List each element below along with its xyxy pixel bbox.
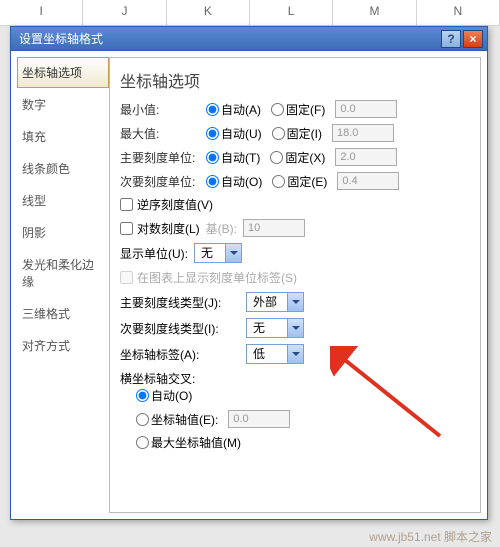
minor-value-input[interactable] bbox=[337, 172, 399, 190]
log-checkbox[interactable]: 对数刻度(L) bbox=[120, 220, 200, 237]
minor-auto-radio[interactable]: 自动(O) bbox=[206, 173, 262, 190]
format-axis-dialog: 设置坐标轴格式 ? × 坐标轴选项 数字 填充 线条颜色 线型 阴影 发光和柔化… bbox=[10, 26, 488, 520]
sidebar-item-align[interactable]: 对齐方式 bbox=[17, 330, 109, 361]
max-auto-radio[interactable]: 自动(U) bbox=[206, 125, 262, 142]
cross-value-radio[interactable]: 坐标轴值(E): bbox=[136, 411, 218, 428]
minor-tick-select[interactable]: 无 bbox=[246, 318, 304, 338]
sidebar-item-fill[interactable]: 填充 bbox=[17, 121, 109, 152]
options-panel: 坐标轴选项 最小值: 自动(A) 固定(F) 最大值: 自动(U) 固定(I) … bbox=[109, 57, 481, 513]
min-value-input[interactable] bbox=[335, 100, 397, 118]
watermark: www.jb51.net 脚本之家 bbox=[369, 528, 492, 545]
sidebar-item-number[interactable]: 数字 bbox=[17, 89, 109, 120]
max-value-input[interactable] bbox=[332, 124, 394, 142]
min-fixed-radio[interactable]: 固定(F) bbox=[271, 101, 325, 118]
max-label: 最大值: bbox=[120, 125, 200, 142]
major-unit-label: 主要刻度单位: bbox=[120, 149, 200, 166]
display-unit-label: 显示单位(U): bbox=[120, 245, 188, 262]
sidebar-item-axis-options[interactable]: 坐标轴选项 bbox=[17, 57, 109, 88]
display-unit-select[interactable]: 无 bbox=[194, 243, 242, 263]
cross-heading: 横坐标轴交叉: bbox=[120, 370, 470, 387]
log-base-label: 基(B): bbox=[206, 220, 237, 237]
major-auto-radio[interactable]: 自动(T) bbox=[206, 149, 260, 166]
cross-auto-radio[interactable]: 自动(O) bbox=[136, 387, 192, 404]
category-sidebar: 坐标轴选项 数字 填充 线条颜色 线型 阴影 发光和柔化边缘 三维格式 对齐方式 bbox=[17, 57, 109, 513]
sidebar-item-3d[interactable]: 三维格式 bbox=[17, 298, 109, 329]
dialog-title: 设置坐标轴格式 bbox=[15, 30, 439, 47]
reverse-checkbox[interactable]: 逆序刻度值(V) bbox=[120, 196, 213, 213]
close-button[interactable]: × bbox=[463, 30, 483, 48]
min-auto-radio[interactable]: 自动(A) bbox=[206, 101, 261, 118]
sidebar-item-line-color[interactable]: 线条颜色 bbox=[17, 153, 109, 184]
minor-tick-label: 次要刻度线类型(I): bbox=[120, 320, 240, 337]
major-fixed-radio[interactable]: 固定(X) bbox=[270, 149, 325, 166]
max-fixed-radio[interactable]: 固定(I) bbox=[272, 125, 322, 142]
axis-label-label: 坐标轴标签(A): bbox=[120, 346, 240, 363]
minor-unit-label: 次要刻度单位: bbox=[120, 173, 200, 190]
spreadsheet-headers: IJKLMN bbox=[0, 0, 500, 26]
major-tick-select[interactable]: 外部 bbox=[246, 292, 304, 312]
panel-heading: 坐标轴选项 bbox=[120, 68, 470, 92]
axis-label-select[interactable]: 低 bbox=[246, 344, 304, 364]
major-value-input[interactable] bbox=[335, 148, 397, 166]
minor-fixed-radio[interactable]: 固定(E) bbox=[272, 173, 327, 190]
sidebar-item-glow[interactable]: 发光和柔化边缘 bbox=[17, 249, 109, 297]
sidebar-item-shadow[interactable]: 阴影 bbox=[17, 217, 109, 248]
help-button[interactable]: ? bbox=[441, 30, 461, 48]
cross-value-input[interactable] bbox=[228, 410, 290, 428]
titlebar[interactable]: 设置坐标轴格式 ? × bbox=[11, 27, 487, 51]
major-tick-label: 主要刻度线类型(J): bbox=[120, 294, 240, 311]
log-base-input bbox=[243, 219, 305, 237]
sidebar-item-line-style[interactable]: 线型 bbox=[17, 185, 109, 216]
show-unit-label-checkbox: 在图表上显示刻度单位标签(S) bbox=[120, 269, 297, 286]
cross-max-radio[interactable]: 最大坐标轴值(M) bbox=[136, 434, 241, 451]
min-label: 最小值: bbox=[120, 101, 200, 118]
